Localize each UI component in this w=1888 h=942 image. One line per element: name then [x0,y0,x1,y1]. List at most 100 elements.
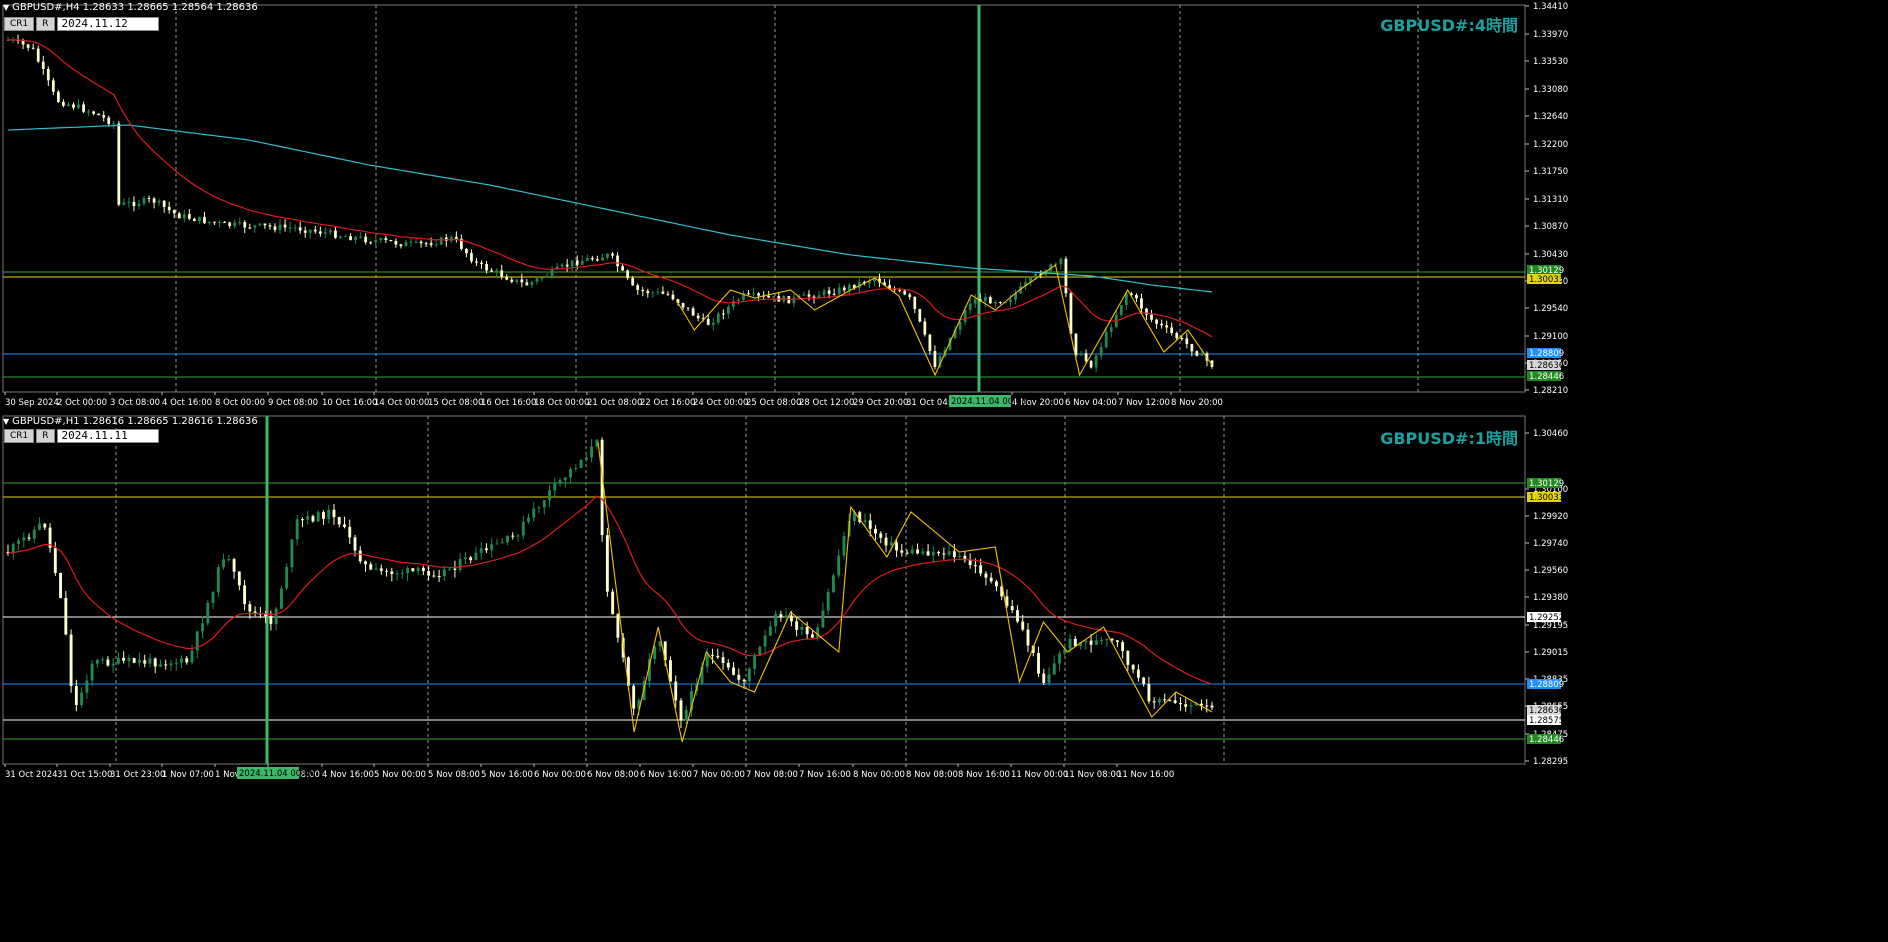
candle-body [656,291,660,293]
y-axis-tick-label: 1.29540 [1533,304,1568,314]
candle-body [17,540,20,545]
y-axis-tick-label: 1.31310 [1533,195,1568,205]
candle-body [636,285,640,290]
y-axis-tick-label: 1.29100 [1533,332,1568,342]
h4-chart-canvas[interactable]: 1.34410 1.33970 1.33530 1.33080 1.32640 1.322… [0,0,1888,410]
y-axis-tick-label: 1.33970 [1533,30,1568,40]
candle-body [792,297,796,304]
datetime-input[interactable]: 2024.11.11 23:00 [56,429,159,454]
candle-body [80,692,84,705]
h4-chart-pane[interactable]: 1.34410 1.33970 1.33530 1.33080 1.32640 1.322… [0,0,1888,410]
candle-body [737,674,741,680]
candle-body [827,290,831,294]
candle-body [807,294,811,297]
price-label: 1.28446 [1529,735,1564,745]
candle-body [102,115,106,118]
collapse-triangle-icon[interactable]: ▼ [3,3,9,12]
candle-body [706,319,710,325]
x-axis-tick-label: 16 Oct 16:00 [481,398,536,408]
crosshair-vertical-line[interactable] [977,5,981,392]
candle-body [41,61,45,70]
candle-body [784,615,788,618]
candle-body [248,604,252,612]
candle-body [465,248,468,254]
candle-body [1109,327,1113,332]
candle-body [1100,640,1104,642]
candle-body [322,511,325,519]
candle-body [237,571,241,586]
r-button[interactable]: R [36,429,55,443]
x-axis-tick-label: 4 Nov 16:00 [322,770,374,780]
candle-body [1160,323,1164,326]
h4-chart-title: GBPUSD#:4時間 [1380,16,1518,35]
candle-body [805,627,809,635]
candle-body [560,264,564,267]
price-label: 1.28809 [1529,680,1564,690]
cursor-date-label: 2024.11.04 00:00 [951,397,1027,407]
candle-body [1189,705,1193,707]
h1-chart-pane[interactable]: 1.30460 1.30100 1.29920 1.29740 1.29560 1.293… [0,412,1888,942]
candle-body [973,565,977,567]
candle-body [926,551,930,556]
candle-body [437,575,441,577]
candle-body [752,293,755,295]
candle-body [180,658,183,663]
candle-body [159,664,162,667]
cr1-button[interactable]: CR1 [4,429,35,443]
price-label: 1.28636 [1529,706,1564,716]
candle-body [711,654,714,656]
candle-body [106,659,110,666]
candle-body [898,289,902,291]
candle-body [258,223,262,226]
candle-body [454,236,458,239]
x-axis-tick-label: 9 Oct 08:00 [268,398,318,408]
candle-body [143,660,147,664]
candle-body [1200,353,1204,356]
candle-body [64,597,68,635]
candle-body [802,294,806,296]
x-axis-tick-label: 5 Nov 08:00 [428,770,480,780]
x-axis-tick-label: 14 Oct 00:00 [374,398,429,408]
candle-body [243,585,247,605]
candle-body [203,216,206,224]
candle-body [1037,652,1040,674]
crosshair-vertical-line[interactable] [265,416,269,764]
candle-body [837,287,841,295]
candle-body [77,104,80,108]
candle-body [1084,353,1088,361]
h1-chart-canvas[interactable]: 1.304601.301001.299201.297401.295601.293… [0,412,1888,942]
candle-body [937,551,941,554]
candle-body [132,201,136,207]
x-axis-tick-label: 22 Oct 16:00 [640,398,695,408]
candle-body [928,334,932,352]
cursor-date-label: 2024.11.04 00:00 [239,769,315,779]
candle-body [768,626,772,636]
cr1-button[interactable]: CR1 [4,17,35,31]
candle-body [616,255,619,267]
candle-body [147,197,151,199]
price-label: 1.30033 [1529,275,1564,285]
candle-body [32,529,36,539]
candle-body [983,297,987,302]
candle-body [69,634,73,686]
x-axis-tick-label: 6 Nov 08:00 [587,770,639,780]
candle-body [979,565,983,574]
candle-body [1009,299,1012,303]
candle-body [354,236,357,241]
datetime-input[interactable]: 2024.11.12 00:00 [56,17,159,42]
x-axis-tick-label: 4 Oct 16:00 [162,398,212,408]
candle-body [895,542,898,551]
h1-chart-header: ▼ GBPUSD#,H1 1.28616 1.28665 1.28616 1.28… [3,416,258,427]
candle-body [832,575,835,593]
candle-body [1089,360,1093,368]
x-axis-tick-label: 31 Oct 15:00 [57,770,112,780]
candle-body [339,236,342,238]
candle-body [641,289,645,291]
candle-body [85,680,89,693]
r-button[interactable]: R [36,17,55,31]
candle-body [691,308,695,316]
candle-body [837,555,841,576]
slow-moving-average-line [7,124,1213,293]
collapse-triangle-icon[interactable]: ▼ [3,417,9,426]
x-axis-tick-label: 3 Oct 08:00 [110,398,160,408]
